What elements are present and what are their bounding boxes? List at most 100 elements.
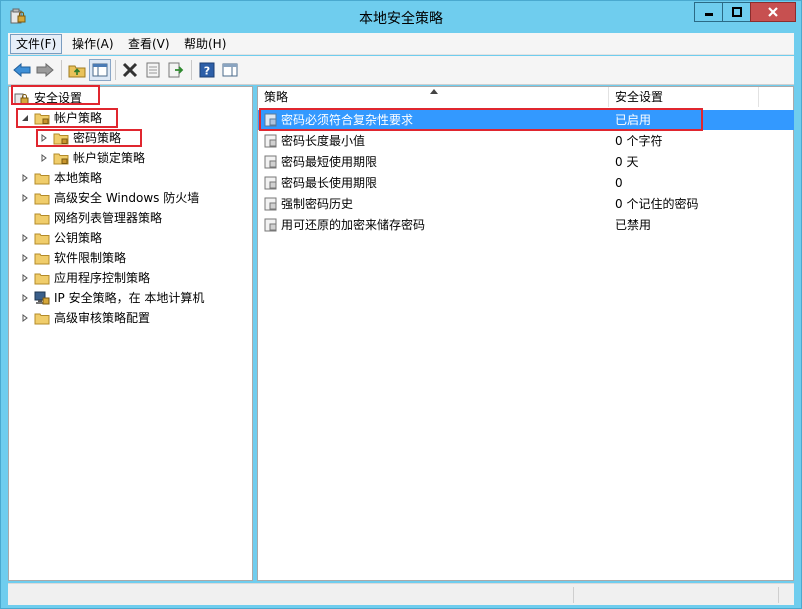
list-row-history[interactable]: 强制密码历史 0 个记住的密码 (258, 194, 794, 214)
expander-placeholder (19, 212, 31, 224)
ip-security-icon (34, 291, 50, 305)
collapsed-triangle-icon[interactable] (19, 272, 31, 284)
tree-label: 帐户策略 (54, 111, 103, 125)
collapsed-triangle-icon[interactable] (19, 232, 31, 244)
policy-name: 用可还原的加密来储存密码 (281, 218, 426, 232)
properties-button[interactable] (142, 59, 164, 81)
folder-up-icon (68, 65, 86, 78)
policy-icon (264, 218, 277, 232)
status-separator (573, 587, 574, 603)
tree-label: 网络列表管理器策略 (54, 211, 163, 225)
folder-icon (34, 313, 50, 325)
show-hide-console-tree-button[interactable] (89, 59, 111, 81)
tree-label: 本地策略 (54, 171, 103, 185)
tree-root-security-settings[interactable]: 安全设置 (14, 88, 82, 108)
tree-item-windows-firewall[interactable]: 高级安全 Windows 防火墙 (19, 188, 199, 208)
tree-item-public-key-policies[interactable]: 公钥策略 (19, 228, 102, 248)
folder-lock-icon (34, 113, 50, 125)
menu-file[interactable]: 文件(F) (10, 34, 63, 54)
toolbar: ? (8, 56, 794, 85)
collapsed-triangle-icon[interactable] (19, 172, 31, 184)
forward-arrow-icon (36, 63, 54, 77)
policy-setting: 0 个字符 (615, 134, 663, 148)
policy-setting: 0 天 (615, 155, 639, 169)
expanded-triangle-icon[interactable] (19, 112, 31, 124)
column-header-setting[interactable]: 安全设置 (609, 87, 759, 107)
console-tree-pane[interactable]: 安全设置 帐户策略 密码策略 帐户锁定策略 本地策略 高级安全 Windows … (8, 85, 253, 581)
action-pane-icon (222, 63, 238, 77)
policy-name: 密码最短使用期限 (281, 155, 378, 169)
list-row-reversible-encryption[interactable]: 用可还原的加密来储存密码 已禁用 (258, 215, 794, 235)
collapsed-triangle-icon[interactable] (19, 292, 31, 304)
tree-label: 应用程序控制策略 (54, 271, 151, 285)
minimize-button[interactable] (694, 2, 722, 22)
tree-item-network-list-manager[interactable]: 网络列表管理器策略 (19, 208, 162, 228)
column-header-label: 策略 (264, 90, 289, 104)
delete-button[interactable] (119, 59, 141, 81)
back-button[interactable] (11, 59, 33, 81)
folder-icon (34, 273, 50, 285)
tree-item-advanced-audit[interactable]: 高级审核策略配置 (19, 308, 150, 328)
properties-icon (146, 62, 160, 78)
tree-item-local-policies[interactable]: 本地策略 (19, 168, 102, 188)
tree-label: 公钥策略 (54, 231, 103, 245)
up-one-level-button[interactable] (66, 59, 88, 81)
policy-icon (264, 155, 277, 169)
svg-text:?: ? (204, 65, 210, 78)
policy-setting: 已禁用 (615, 218, 652, 232)
list-row-min-age[interactable]: 密码最短使用期限 0 天 (258, 152, 794, 172)
policy-setting: 0 个记住的密码 (615, 197, 699, 211)
collapsed-triangle-icon[interactable] (38, 132, 50, 144)
menu-action[interactable]: 操作(A) (66, 34, 120, 54)
tree-item-account-policies[interactable]: 帐户策略 (19, 108, 102, 128)
status-bar (8, 583, 794, 605)
show-hide-action-pane-button[interactable] (219, 59, 241, 81)
policy-setting: 0 (615, 176, 623, 190)
maximize-icon (731, 7, 742, 17)
menu-help[interactable]: 帮助(H) (178, 34, 232, 54)
tree-label: 软件限制策略 (54, 251, 127, 265)
close-button[interactable] (750, 2, 796, 22)
toolbar-separator (61, 60, 62, 80)
policy-icon (264, 176, 277, 190)
minimize-icon (704, 13, 713, 16)
menu-view[interactable]: 查看(V) (122, 34, 176, 54)
window-title: 本地安全策略 (359, 11, 443, 27)
folder-icon (34, 193, 50, 205)
list-row-max-age[interactable]: 密码最长使用期限 0 (258, 173, 794, 193)
help-button[interactable]: ? (196, 59, 218, 81)
collapsed-triangle-icon[interactable] (19, 252, 31, 264)
list-row-complexity[interactable]: 密码必须符合复杂性要求 已启用 (258, 110, 794, 130)
tree-item-software-restriction[interactable]: 软件限制策略 (19, 248, 126, 268)
delete-x-icon (122, 62, 138, 78)
folder-icon (34, 173, 50, 185)
tree-label: IP 安全策略，在 本地计算机 (54, 291, 205, 305)
folder-icon (34, 213, 50, 225)
column-header-policy[interactable]: 策略 (258, 87, 609, 107)
close-icon (768, 7, 778, 17)
forward-button[interactable] (34, 59, 56, 81)
tree-item-ip-security[interactable]: IP 安全策略，在 本地计算机 (19, 288, 204, 308)
policy-name: 密码最长使用期限 (281, 176, 378, 190)
title-bar[interactable]: 本地安全策略 (1, 1, 801, 32)
tree-item-password-policy[interactable]: 密码策略 (38, 128, 121, 148)
tree-item-app-control[interactable]: 应用程序控制策略 (19, 268, 150, 288)
collapsed-triangle-icon[interactable] (19, 192, 31, 204)
help-question-icon: ? (199, 62, 215, 78)
security-settings-icon (14, 93, 29, 105)
folder-lock-icon (53, 153, 69, 165)
list-row-min-length[interactable]: 密码长度最小值 0 个字符 (258, 131, 794, 151)
folder-icon (34, 253, 50, 265)
collapsed-triangle-icon[interactable] (19, 312, 31, 324)
tree-item-account-lockout-policy[interactable]: 帐户锁定策略 (38, 148, 145, 168)
toolbar-separator (191, 60, 192, 80)
policy-setting: 已启用 (615, 113, 652, 127)
column-header-label: 安全设置 (615, 90, 664, 104)
export-list-button[interactable] (165, 59, 187, 81)
policy-list-pane[interactable]: 策略 安全设置 密码必须符合复杂性要求 已启用 密码长度最小值 0 个字符 密码… (257, 86, 794, 581)
folder-icon (34, 233, 50, 245)
tree-label: 高级审核策略配置 (54, 311, 151, 325)
policy-name: 强制密码历史 (281, 197, 354, 211)
collapsed-triangle-icon[interactable] (38, 152, 50, 164)
maximize-button[interactable] (722, 2, 750, 22)
